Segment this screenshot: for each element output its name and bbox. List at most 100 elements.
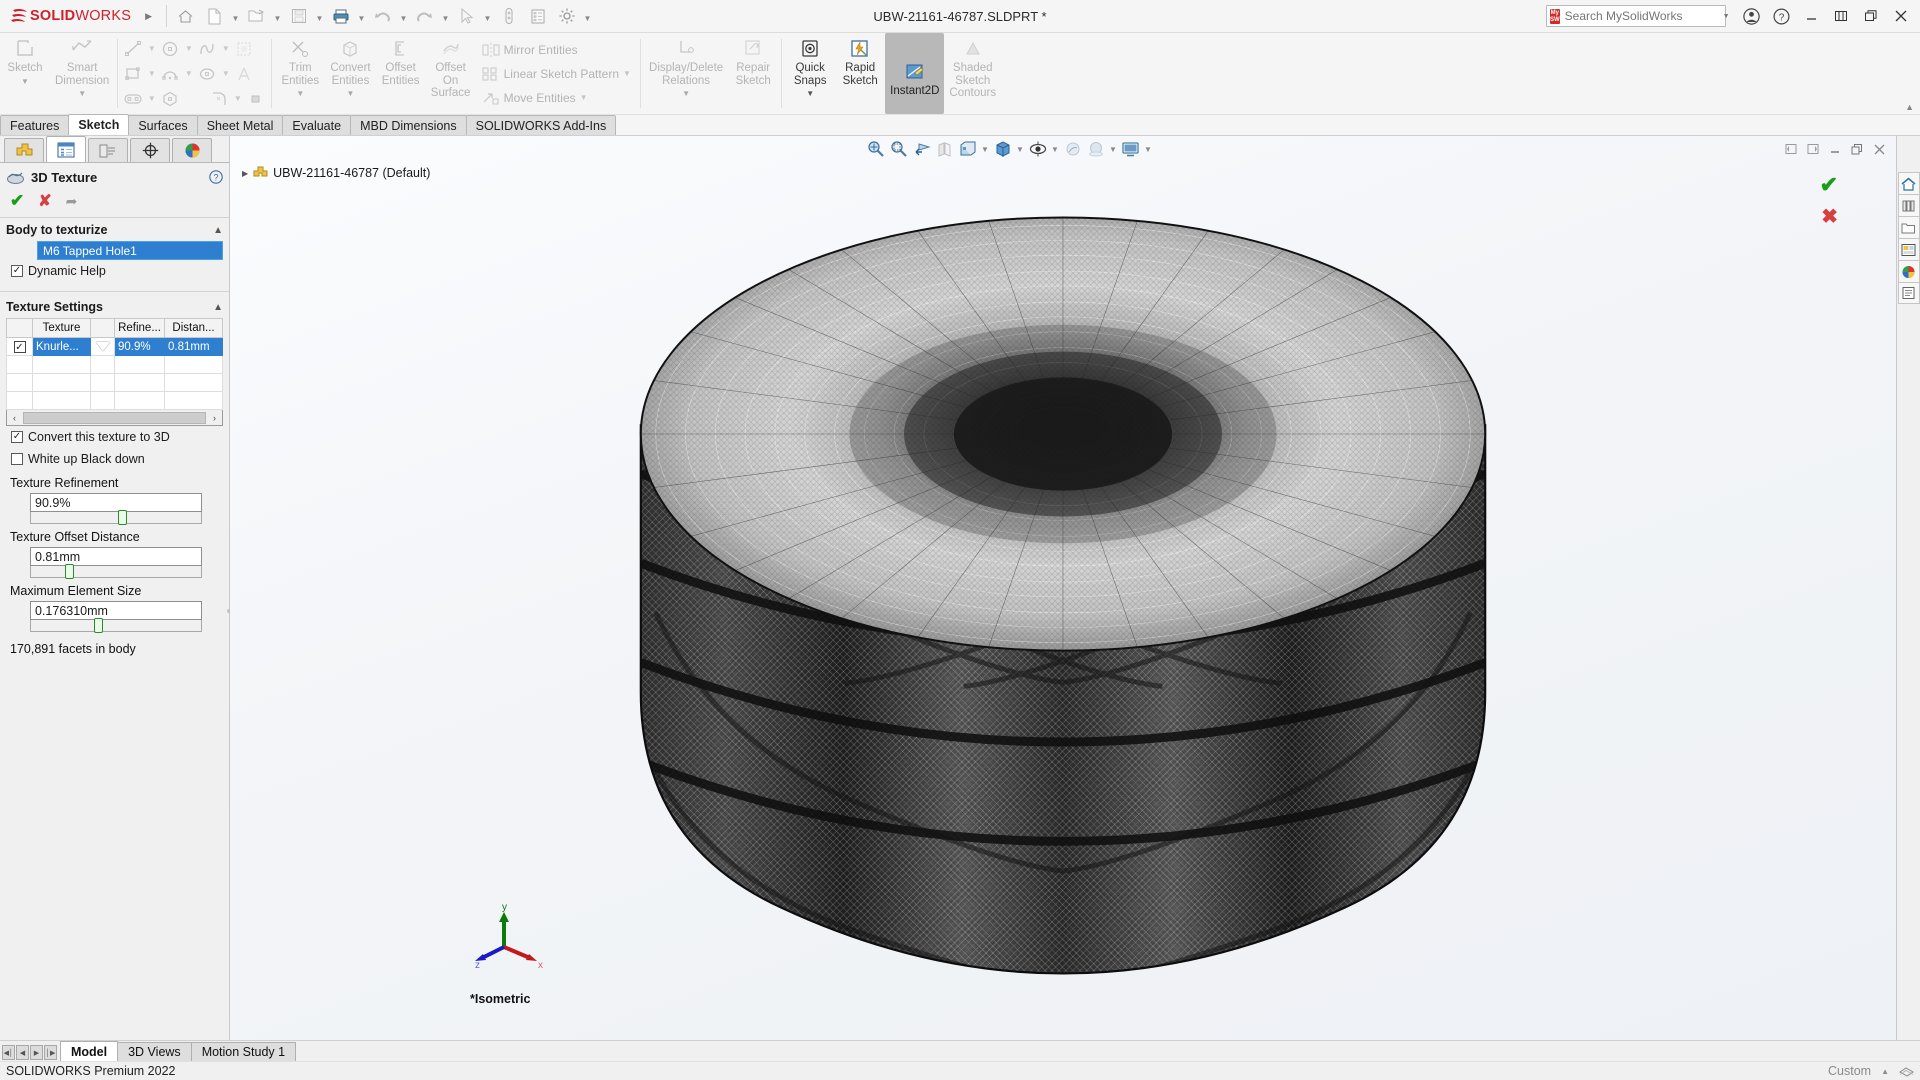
chevron-up-icon[interactable]: ▲: [213, 302, 223, 313]
chevron-down-icon[interactable]: [95, 342, 110, 351]
tab-surfaces[interactable]: Surfaces: [128, 115, 198, 135]
rebuild-icon[interactable]: [523, 2, 552, 31]
print-icon[interactable]: [326, 2, 355, 31]
pin-menu-arrow-icon[interactable]: ▶: [139, 11, 162, 22]
sketch-button[interactable]: Sketch ▼: [0, 33, 50, 114]
previous-view-icon[interactable]: [910, 138, 933, 160]
instant2d-button[interactable]: Instant2D: [885, 33, 945, 114]
slot-caret-icon[interactable]: ▼: [145, 87, 158, 111]
white-up-black-down-row[interactable]: White up Black down: [6, 448, 223, 470]
first-tab-button[interactable]: ◀│: [2, 1045, 15, 1060]
spline-icon[interactable]: [195, 37, 219, 61]
measure-icon[interactable]: [494, 2, 523, 31]
solidworks-resources-home-icon[interactable]: [1897, 172, 1920, 194]
feature-manager-tab[interactable]: [4, 138, 44, 162]
close-button[interactable]: [1886, 2, 1916, 30]
body-to-texturize-section-header[interactable]: Body to texturize ▲: [0, 218, 229, 241]
maximize-button[interactable]: [1856, 2, 1886, 30]
tab-mbd-dimensions[interactable]: MBD Dimensions: [350, 115, 467, 135]
overlay-icon[interactable]: [1899, 1065, 1914, 1078]
options-gear-icon[interactable]: [552, 2, 581, 31]
text-icon[interactable]: [232, 62, 256, 86]
texture-offset-distance-slider[interactable]: [30, 564, 202, 579]
file-explorer-icon[interactable]: [1897, 216, 1920, 238]
restore-doc-button[interactable]: [1846, 139, 1868, 159]
convert-texture-checkbox[interactable]: ✓: [11, 431, 23, 443]
ellipse-icon[interactable]: [195, 62, 219, 86]
display-manager-tab[interactable]: [172, 138, 212, 162]
apply-scene-caret-icon[interactable]: ▼: [1107, 138, 1119, 160]
graphics-area[interactable]: ▼ ▼ ▼ ▼ ▼ ▶ UBW-21161-46787 (Default) ✔ …: [230, 136, 1896, 1040]
rapid-sketch-button[interactable]: Rapid Sketch: [835, 33, 885, 114]
chevron-up-icon[interactable]: ▲: [213, 225, 223, 236]
arc-caret-icon[interactable]: ▼: [182, 62, 195, 86]
dimxpert-manager-tab[interactable]: [130, 138, 170, 162]
scroll-right-icon[interactable]: ›: [207, 413, 222, 423]
texture-table-scrollbar[interactable]: ‹ ›: [6, 410, 223, 426]
help-icon[interactable]: ?: [1766, 2, 1796, 30]
row-dropdown-button[interactable]: [90, 337, 115, 356]
slider-thumb[interactable]: [93, 618, 103, 633]
bottom-tab-model[interactable]: Model: [60, 1041, 119, 1061]
view-settings-caret-icon[interactable]: ▼: [1142, 138, 1154, 160]
hide-show-items-icon[interactable]: [1026, 138, 1049, 160]
trim-entities-button[interactable]: Trim Entities ▼: [275, 33, 325, 114]
undo-caret-icon[interactable]: ▼: [397, 2, 410, 31]
rectangle-caret-icon[interactable]: ▼: [145, 62, 158, 86]
tile-left-button[interactable]: [1780, 139, 1802, 159]
next-tab-button[interactable]: ▶: [30, 1045, 43, 1060]
open-document-caret-icon[interactable]: ▼: [271, 2, 284, 31]
slider-thumb[interactable]: [117, 510, 127, 525]
plane-icon[interactable]: [244, 87, 268, 111]
open-document-icon[interactable]: [242, 2, 271, 31]
white-up-black-down-checkbox[interactable]: [11, 453, 23, 465]
quick-snaps-button[interactable]: Quick Snaps ▼: [785, 33, 835, 114]
tile-right-button[interactable]: [1802, 139, 1824, 159]
help-icon[interactable]: ?: [209, 170, 223, 184]
confirm-cancel-icon[interactable]: ✖: [1821, 204, 1838, 229]
slider-thumb[interactable]: [65, 564, 74, 579]
tab-solidworks-add-ins[interactable]: SOLIDWORKS Add-Ins: [465, 115, 617, 135]
flyout-feature-tree[interactable]: ▶ UBW-21161-46787 (Default): [242, 166, 430, 180]
circle-caret-icon[interactable]: ▼: [182, 37, 195, 61]
new-document-icon[interactable]: [200, 2, 229, 31]
cancel-button[interactable]: ✘: [38, 191, 51, 211]
offset-entities-button[interactable]: Offset Entities: [376, 33, 426, 114]
view-orientation-icon[interactable]: [956, 138, 979, 160]
view-orientation-caret-icon[interactable]: ▼: [979, 138, 991, 160]
bottom-tab-motion-study-1[interactable]: Motion Study 1: [190, 1042, 297, 1061]
section-view-icon[interactable]: [933, 138, 956, 160]
pin-button[interactable]: ➦: [66, 193, 78, 210]
trim-entities-dropdown-caret-icon[interactable]: ▼: [296, 88, 304, 101]
undo-icon[interactable]: [368, 2, 397, 31]
texture-refinement-input[interactable]: 90.9%: [30, 493, 202, 512]
search-box[interactable]: MySW ▼: [1546, 5, 1730, 27]
tab-sketch[interactable]: Sketch: [68, 114, 130, 135]
custom-properties-icon[interactable]: [1897, 282, 1920, 304]
select-caret-icon[interactable]: ▼: [481, 2, 494, 31]
dynamic-help-row[interactable]: ✓ Dynamic Help: [6, 260, 223, 282]
line-icon[interactable]: [121, 37, 145, 61]
last-tab-button[interactable]: │▶: [44, 1045, 57, 1060]
fillet-icon[interactable]: [207, 87, 231, 111]
tab-evaluate[interactable]: Evaluate: [282, 115, 352, 135]
smart-dimension-button[interactable]: Smart Dimension ▼: [50, 33, 114, 114]
save-icon[interactable]: [284, 2, 313, 31]
body-selection-field[interactable]: M6 Tapped Hole1: [37, 241, 223, 260]
search-input[interactable]: [1564, 9, 1720, 23]
scroll-left-icon[interactable]: ‹: [7, 413, 22, 423]
close-doc-button[interactable]: [1868, 139, 1890, 159]
slot-icon[interactable]: [121, 87, 145, 111]
line-caret-icon[interactable]: ▼: [145, 37, 158, 61]
dynamic-help-checkbox[interactable]: ✓: [11, 265, 23, 277]
display-delete-relations-button[interactable]: Display/Delete Relations ▼: [644, 33, 728, 114]
display-style-caret-icon[interactable]: ▼: [1014, 138, 1026, 160]
display-delete-relations-caret-icon[interactable]: ▼: [682, 88, 690, 101]
tab-features[interactable]: Features: [0, 115, 70, 135]
repair-sketch-button[interactable]: Repair Sketch: [728, 33, 778, 114]
smart-dimension-dropdown-caret-icon[interactable]: ▼: [78, 88, 86, 101]
property-manager-tab[interactable]: [46, 136, 86, 162]
accept-button[interactable]: ✔: [10, 191, 24, 211]
maximum-element-size-slider[interactable]: [30, 618, 202, 633]
linear-sketch-pattern-item[interactable]: Linear Sketch Pattern ▼: [478, 62, 635, 86]
